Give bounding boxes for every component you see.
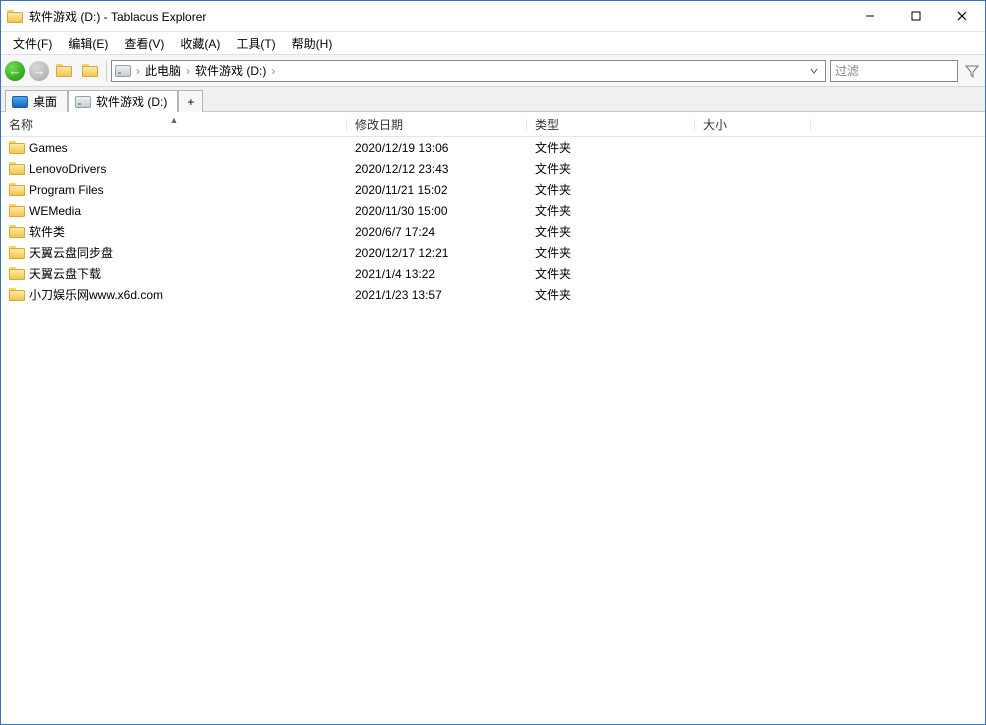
table-row[interactable]: 软件类 2020/6/7 17:24文件夹 [1, 221, 985, 242]
file-name: 天翼云盘下载 [29, 265, 101, 282]
drive-icon [75, 96, 91, 108]
window-title: 软件游戏 (D:) - Tablacus Explorer [29, 8, 206, 25]
file-name: LenovoDrivers [29, 162, 106, 176]
tab-drive-d[interactable]: 软件游戏 (D:) [68, 90, 178, 112]
minimize-icon [865, 11, 875, 21]
folder-icon [9, 288, 25, 301]
up-button[interactable] [52, 60, 76, 82]
file-modified: 2020/12/19 13:06 [347, 141, 527, 155]
new-tab-button[interactable]: + [178, 90, 203, 112]
file-modified: 2021/1/23 13:57 [347, 288, 527, 302]
titlebar: 软件游戏 (D:) - Tablacus Explorer [1, 1, 985, 32]
table-row[interactable]: 天翼云盘下载 2021/1/4 13:22文件夹 [1, 263, 985, 284]
close-button[interactable] [939, 1, 985, 31]
file-type: 文件夹 [527, 265, 695, 282]
folder-icon [9, 225, 25, 238]
folder-icon [9, 162, 25, 175]
breadcrumb-sep: › [269, 64, 277, 78]
table-row[interactable]: 天翼云盘同步盘 2020/12/17 12:21文件夹 [1, 242, 985, 263]
folders-icon [82, 64, 98, 77]
menu-view[interactable]: 查看(V) [116, 33, 172, 54]
file-type: 文件夹 [527, 160, 695, 177]
file-name: 小刀娱乐网www.x6d.com [29, 286, 163, 303]
address-dropdown[interactable] [806, 64, 822, 78]
menu-file[interactable]: 文件(F) [5, 33, 60, 54]
column-modified[interactable]: 修改日期 [347, 116, 527, 133]
window-controls [847, 1, 985, 31]
menu-help[interactable]: 帮助(H) [284, 33, 341, 54]
folders-pane-button[interactable] [78, 60, 102, 82]
maximize-icon [911, 11, 921, 21]
toolbar-separator [106, 61, 107, 81]
menubar: 文件(F) 编辑(E) 查看(V) 收藏(A) 工具(T) 帮助(H) [1, 32, 985, 55]
table-row[interactable]: LenovoDrivers 2020/12/12 23:43文件夹 [1, 158, 985, 179]
column-headers: ▲ 名称 修改日期 类型 大小 [1, 112, 985, 137]
file-type: 文件夹 [527, 202, 695, 219]
file-type: 文件夹 [527, 139, 695, 156]
folder-icon [9, 267, 25, 280]
menu-fav[interactable]: 收藏(A) [172, 33, 228, 54]
menu-tools[interactable]: 工具(T) [228, 33, 283, 54]
breadcrumb[interactable]: 软件游戏 (D:) [195, 62, 266, 79]
folder-icon [9, 246, 25, 259]
forward-icon: → [29, 61, 49, 81]
funnel-icon [965, 64, 979, 78]
column-size[interactable]: 大小 [695, 116, 811, 133]
file-modified: 2020/11/30 15:00 [347, 204, 527, 218]
desktop-icon [12, 96, 28, 108]
toolbar: ← → › 此电脑 › 软件游戏 (D:) › 过滤 [1, 55, 985, 87]
back-button[interactable]: ← [4, 60, 26, 82]
chevron-down-icon [810, 67, 818, 75]
up-folder-icon [56, 64, 72, 77]
breadcrumb[interactable]: 此电脑 [145, 62, 181, 79]
tab-desktop[interactable]: 桌面 [5, 90, 68, 112]
file-type: 文件夹 [527, 181, 695, 198]
file-modified: 2020/11/21 15:02 [347, 183, 527, 197]
folder-icon [9, 141, 25, 154]
file-modified: 2020/12/17 12:21 [347, 246, 527, 260]
breadcrumb-sep: › [134, 64, 142, 78]
filter-placeholder: 过滤 [835, 62, 859, 79]
table-row[interactable]: Games 2020/12/19 13:06文件夹 [1, 137, 985, 158]
plus-icon: + [187, 95, 194, 109]
app-icon [7, 10, 23, 23]
tab-label: 桌面 [33, 93, 57, 110]
back-icon: ← [5, 61, 25, 81]
minimize-button[interactable] [847, 1, 893, 31]
column-type[interactable]: 类型 [527, 116, 695, 133]
file-modified: 2021/1/4 13:22 [347, 267, 527, 281]
tab-strip: 桌面 软件游戏 (D:) + [1, 87, 985, 112]
sort-indicator: ▲ [170, 115, 179, 125]
folder-icon [9, 183, 25, 196]
table-row[interactable]: WEMedia 2020/11/30 15:00文件夹 [1, 200, 985, 221]
tab-label: 软件游戏 (D:) [96, 93, 167, 110]
file-rows: Games2020/12/19 13:06文件夹LenovoDrivers202… [1, 137, 985, 305]
folder-icon [9, 204, 25, 217]
file-list: ▲ 名称 修改日期 类型 大小 Games2020/12/19 13:06文件夹… [1, 112, 985, 724]
file-name: WEMedia [29, 204, 81, 218]
file-type: 文件夹 [527, 244, 695, 261]
table-row[interactable]: Program Files 2020/11/21 15:02文件夹 [1, 179, 985, 200]
file-name: 软件类 [29, 223, 65, 240]
filter-button[interactable] [962, 60, 982, 82]
address-bar[interactable]: › 此电脑 › 软件游戏 (D:) › [111, 60, 826, 82]
file-modified: 2020/12/12 23:43 [347, 162, 527, 176]
column-name[interactable]: ▲ 名称 [1, 116, 347, 133]
file-modified: 2020/6/7 17:24 [347, 225, 527, 239]
forward-button[interactable]: → [28, 60, 50, 82]
file-name: 天翼云盘同步盘 [29, 244, 113, 261]
maximize-button[interactable] [893, 1, 939, 31]
table-row[interactable]: 小刀娱乐网www.x6d.com 2021/1/23 13:57文件夹 [1, 284, 985, 305]
menu-edit[interactable]: 编辑(E) [60, 33, 116, 54]
file-name: Games [29, 141, 68, 155]
app-window: 软件游戏 (D:) - Tablacus Explorer 文件(F) 编辑(E… [0, 0, 986, 725]
file-name: Program Files [29, 183, 104, 197]
filter-input[interactable]: 过滤 [830, 60, 958, 82]
file-type: 文件夹 [527, 286, 695, 303]
breadcrumb-sep: › [184, 64, 192, 78]
close-icon [957, 11, 967, 21]
drive-icon [115, 65, 131, 77]
file-type: 文件夹 [527, 223, 695, 240]
